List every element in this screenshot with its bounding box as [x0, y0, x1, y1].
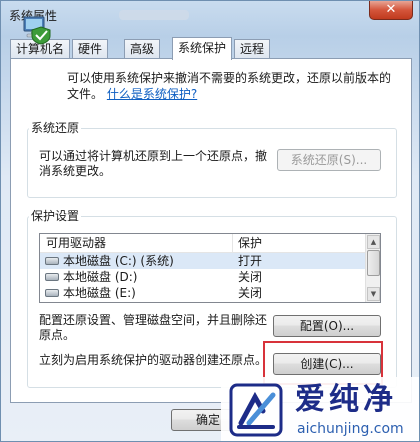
- create-description: 立刻为启用系统保护的驱动器创建还原点。: [39, 353, 268, 367]
- configure-description: 配置还原设置、管理磁盘空间，并且删除还原点。: [39, 313, 268, 342]
- drive-row-d[interactable]: 本地磁盘 (D:) 关闭: [40, 269, 365, 285]
- drive-icon: [45, 273, 59, 281]
- tab-hardware[interactable]: 硬件: [72, 39, 109, 59]
- drive-name: 本地磁盘 (C:) (系统): [63, 254, 174, 268]
- drive-list[interactable]: 可用驱动器 保护 本地磁盘 (C:) (系统) 打开 本地磁盘 (D:) 关闭 …: [39, 233, 381, 303]
- column-separator: [232, 234, 233, 252]
- scroll-up-arrow-icon[interactable]: ▲: [367, 235, 380, 249]
- configure-button[interactable]: 配置(O)...: [273, 315, 381, 337]
- tab-system-protection[interactable]: 系统保护: [172, 37, 233, 60]
- system-properties-window: 系统属性 ✕ 计算机名 硬件 高级 系统保护 远程 可以使用系统保护来撤消不需要…: [0, 0, 420, 442]
- drive-list-header: 可用驱动器 保护: [40, 234, 365, 253]
- scroll-thumb[interactable]: [367, 250, 380, 276]
- drive-name: 本地磁盘 (D:): [63, 270, 138, 284]
- tab-remote[interactable]: 远程: [234, 39, 271, 59]
- what-is-system-protection-link[interactable]: 什么是系统保护?: [107, 87, 197, 101]
- watermark: 爱纯净 aichunjing.com: [221, 377, 419, 441]
- protection-settings-label: 保护设置: [29, 209, 82, 223]
- drive-icon: [45, 257, 59, 265]
- drive-protection: 打开: [238, 254, 263, 268]
- close-button[interactable]: ✕: [369, 1, 413, 20]
- drive-protection: 关闭: [238, 270, 263, 284]
- watermark-logo-icon: [229, 383, 283, 437]
- watermark-title: 爱纯净: [295, 382, 397, 417]
- drive-row-c[interactable]: 本地磁盘 (C:) (系统) 打开: [40, 253, 365, 269]
- system-restore-description: 可以通过将计算机还原到上一个还原点，撤消系统更改。: [39, 149, 268, 178]
- system-restore-button[interactable]: 系统还原(S)...: [277, 149, 381, 171]
- system-restore-label: 系统还原: [29, 121, 82, 135]
- computer-shield-icon: [23, 16, 51, 45]
- tab-advanced[interactable]: 高级: [124, 39, 161, 59]
- title-blur: [119, 10, 189, 20]
- drive-row-e[interactable]: 本地磁盘 (E:) 关闭: [40, 285, 365, 301]
- watermark-url: aichunjing.com: [297, 421, 404, 437]
- scroll-down-arrow-icon[interactable]: ▼: [367, 287, 380, 301]
- column-header-drives[interactable]: 可用驱动器: [46, 236, 106, 250]
- column-header-protection[interactable]: 保护: [238, 236, 262, 250]
- drive-icon: [45, 289, 59, 297]
- drive-name: 本地磁盘 (E:): [63, 286, 136, 300]
- title-bar[interactable]: 系统属性 ✕: [1, 1, 419, 29]
- drive-list-scrollbar[interactable]: ▲ ▼: [365, 234, 380, 302]
- intro-text-block: 可以使用系统保护来撤消不需要的系统更改，还原以前版本的文件。 什么是系统保护?: [67, 70, 402, 102]
- drive-protection: 关闭: [238, 286, 263, 300]
- tab-strip: 计算机名 硬件 高级 系统保护 远程: [10, 37, 410, 60]
